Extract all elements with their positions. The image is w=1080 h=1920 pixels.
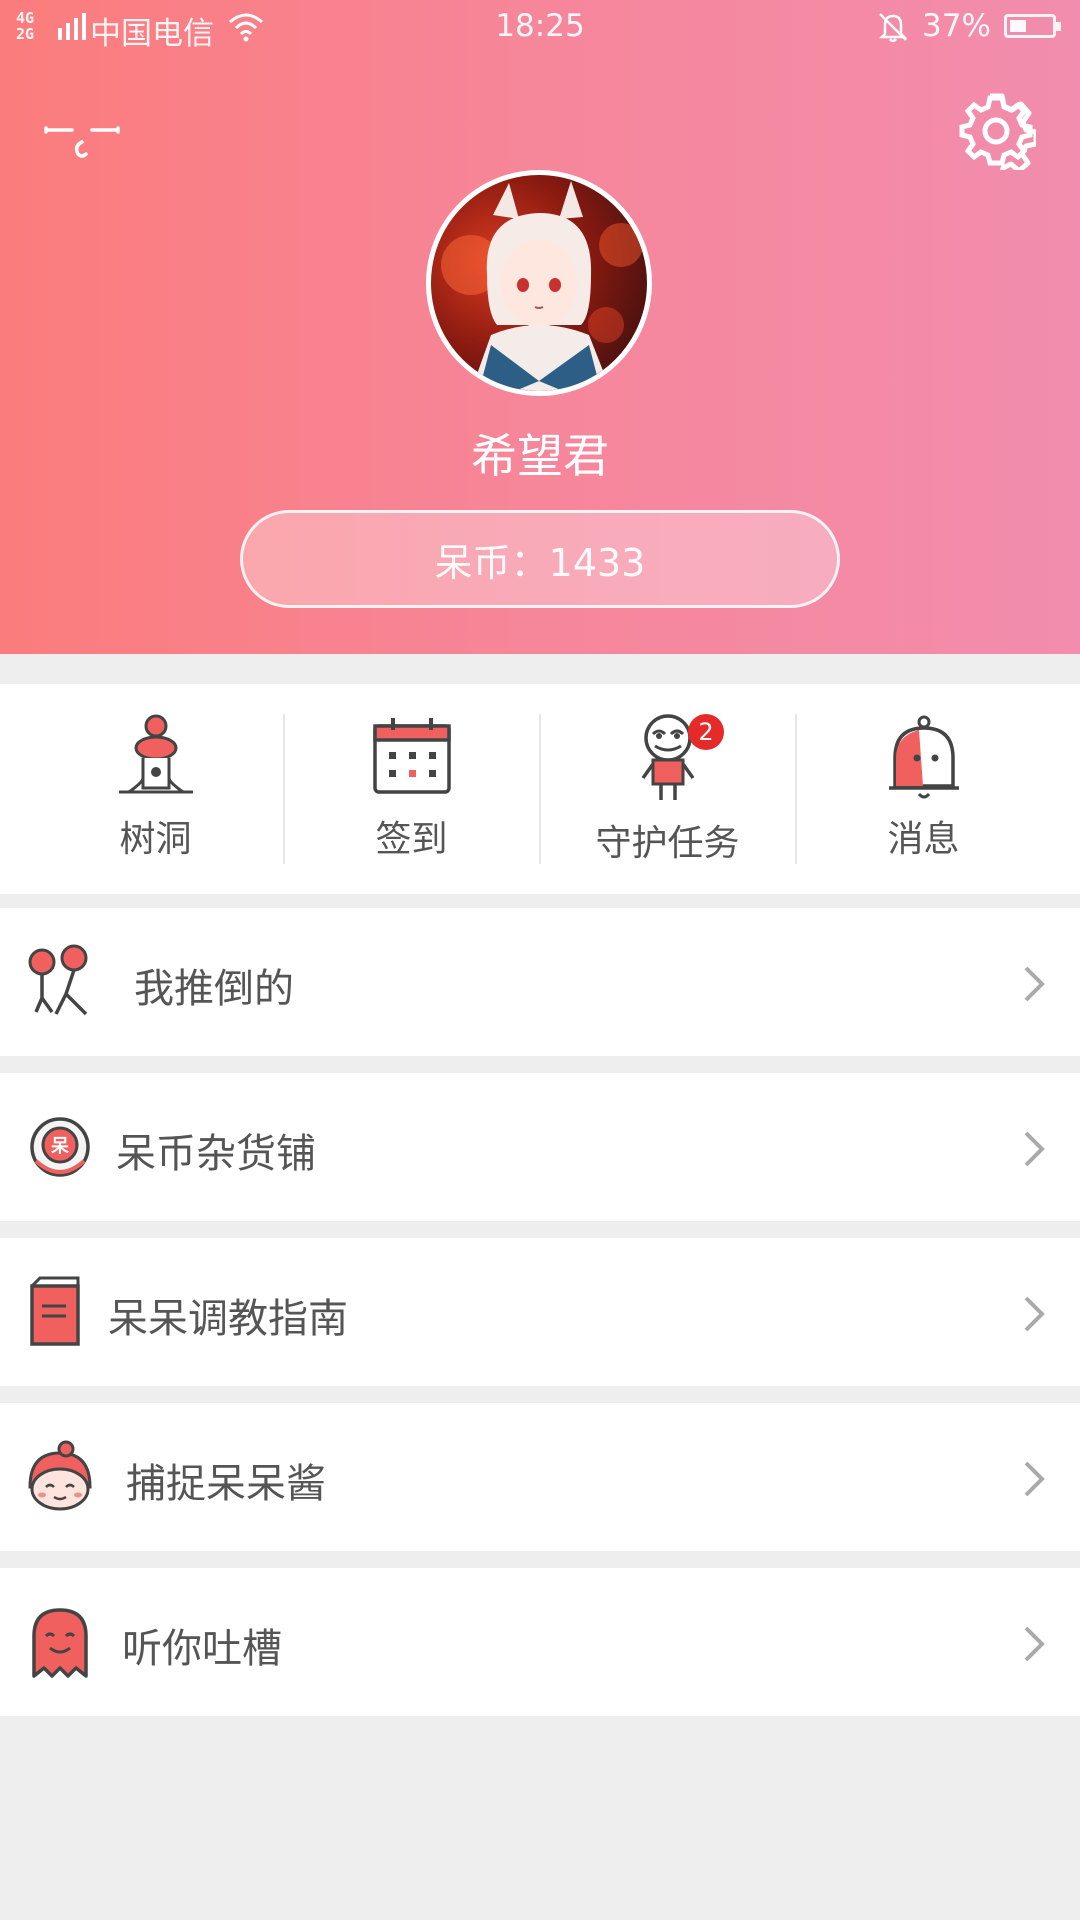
coin-balance-label: 呆币：1433 — [434, 540, 646, 585]
chevron-right-icon — [1024, 1296, 1045, 1332]
quick-guardian-tasks[interactable]: 2 守护任务 — [540, 684, 795, 894]
quick-checkin-label: 签到 — [375, 819, 448, 860]
chevron-right-icon — [1024, 1461, 1045, 1497]
menu-item-label: 我推倒的 — [134, 966, 294, 1012]
guide-book-icon — [30, 1276, 80, 1346]
battery-percent: 37% — [922, 8, 991, 44]
menu-item-label: 呆币杂货铺 — [116, 1131, 316, 1177]
svg-text:呆: 呆 — [50, 1136, 70, 1157]
username: 希望君 — [471, 429, 609, 483]
clock: 18:25 — [495, 8, 585, 44]
coin-shop-icon: 呆 — [30, 1117, 90, 1177]
avatar[interactable] — [426, 170, 652, 396]
menu-item-label: 呆呆调教指南 — [108, 1296, 348, 1342]
chevron-right-icon — [1024, 1131, 1045, 1167]
face-menu-icon[interactable] — [40, 116, 126, 168]
calendar-icon — [372, 718, 451, 794]
chevron-right-icon — [1024, 966, 1045, 1002]
coin-balance-button[interactable]: 呆币：1433 — [240, 510, 840, 608]
chevron-right-icon — [1024, 1626, 1045, 1662]
menu-item-coin-shop[interactable]: 呆 呆币杂货铺 — [0, 1073, 1080, 1221]
bell-icon — [888, 715, 959, 799]
mute-bell-icon — [878, 13, 908, 43]
profile-header: 4G 2G 中国电信 18:25 37% 希望君 呆币：1433 — [0, 0, 1080, 654]
settings-gear-icon[interactable] — [956, 90, 1036, 170]
pushed-down-icon — [28, 944, 88, 1016]
quick-tree-hole[interactable]: 树洞 — [28, 684, 283, 894]
quick-messages-label: 消息 — [887, 819, 960, 860]
menu-item-guide[interactable]: 呆呆调教指南 — [0, 1238, 1080, 1386]
quick-messages[interactable]: 消息 — [796, 684, 1051, 894]
task-count-badge: 2 — [688, 714, 724, 750]
menu-item-label: 捕捉呆呆酱 — [126, 1461, 326, 1507]
quick-actions: 树洞 签到 2 守护任务 消息 — [0, 684, 1080, 894]
battery-icon — [1004, 14, 1061, 38]
tree-hole-icon — [118, 714, 193, 794]
menu-item-rant[interactable]: 听你吐槽 — [0, 1568, 1080, 1716]
menu-item-catch[interactable]: 捕捉呆呆酱 — [0, 1403, 1080, 1551]
menu-item-pushed[interactable]: 我推倒的 — [0, 908, 1080, 1056]
avatar-image — [441, 181, 643, 391]
menu-item-label: 听你吐槽 — [122, 1626, 282, 1672]
quick-checkin[interactable]: 签到 — [284, 684, 539, 894]
quick-guardian-tasks-label: 守护任务 — [595, 823, 740, 864]
catch-girl-icon — [28, 1440, 92, 1511]
ghost-icon — [32, 1608, 88, 1678]
quick-tree-hole-label: 树洞 — [119, 819, 192, 860]
status-bar: 4G 2G 中国电信 18:25 37% — [0, 0, 1080, 56]
